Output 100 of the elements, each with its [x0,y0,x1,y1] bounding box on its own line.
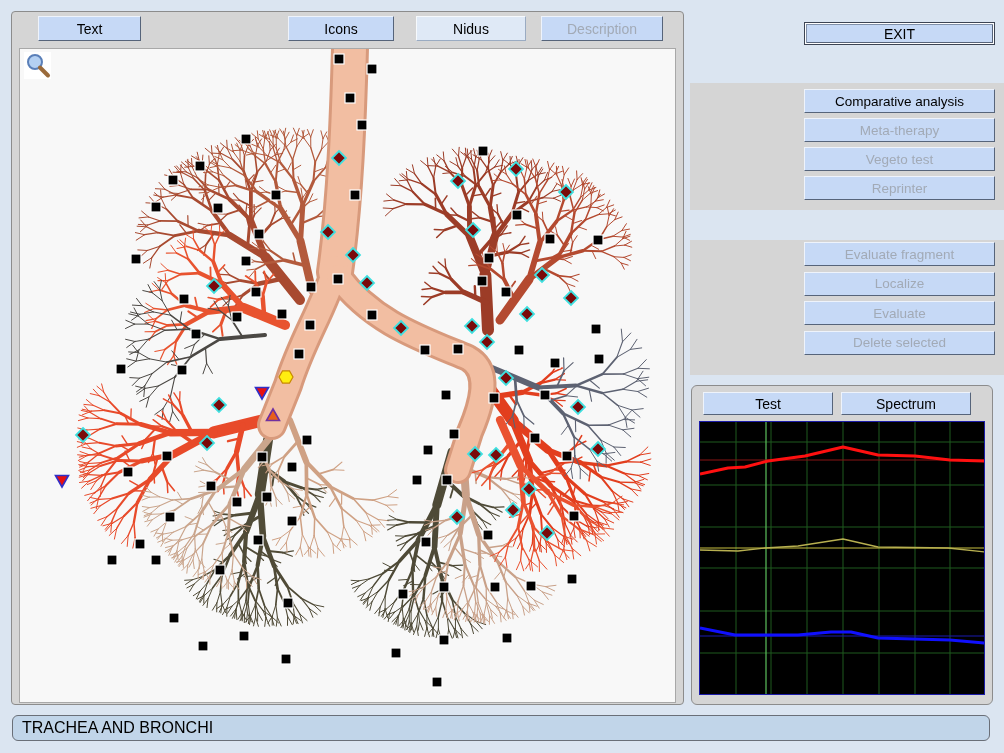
square-marker-icon [240,255,252,267]
diamond-marker-icon [562,289,580,307]
square-marker-icon [438,581,450,593]
square-marker-icon [482,529,494,541]
square-marker-icon [539,389,551,401]
magnifier-icon[interactable] [24,52,51,79]
triangle-marker-icon [254,386,270,401]
square-marker-icon [511,209,523,221]
graph-mode-button[interactable]: Spectrum [841,392,971,415]
diamond-marker-icon [487,446,505,464]
exit-button[interactable]: EXIT [804,22,995,45]
diamond-marker-icon [319,223,337,241]
diamond-marker-icon [74,426,92,444]
square-marker-icon [240,133,252,145]
square-marker-icon [592,234,604,246]
square-marker-icon [566,573,578,585]
square-marker-icon [305,281,317,293]
square-marker-icon [106,554,118,566]
square-marker-icon [168,612,180,624]
square-marker-icon [115,363,127,375]
square-marker-icon [441,474,453,486]
square-marker-icon [276,308,288,320]
square-marker-icon [134,538,146,550]
square-marker-icon [261,491,273,503]
square-marker-icon [476,275,488,287]
diamond-marker-icon [449,172,467,190]
square-marker-icon [194,160,206,172]
square-marker-icon [178,293,190,305]
square-marker-icon [190,328,202,340]
square-marker-icon [366,309,378,321]
square-marker-icon [500,286,512,298]
square-marker-icon [561,450,573,462]
square-marker-icon [593,353,605,365]
diamond-marker-icon [463,317,481,335]
diamond-marker-icon [504,501,522,519]
square-marker-icon [253,228,265,240]
triangle-marker-icon [265,407,281,422]
square-marker-icon [231,496,243,508]
diamond-marker-icon [538,524,556,542]
square-marker-icon [411,474,423,486]
square-marker-icon [231,311,243,323]
square-marker-icon [280,653,292,665]
square-marker-icon [568,510,580,522]
square-marker-icon [349,189,361,201]
square-marker-icon [483,252,495,264]
diamond-marker-icon [198,434,216,452]
view-tab[interactable]: Nidus [416,16,526,41]
diamond-marker-icon [448,508,466,526]
square-marker-icon [544,233,556,245]
square-marker-icon [161,450,173,462]
diamond-marker-icon [569,398,587,416]
view-tab[interactable]: Text [38,16,141,41]
square-marker-icon [150,554,162,566]
diamond-marker-icon [358,274,376,292]
diamond-marker-icon [589,440,607,458]
diamond-marker-icon [344,246,362,264]
square-marker-icon [212,202,224,214]
square-marker-icon [366,63,378,75]
graph-mode-button[interactable]: Test [703,392,833,415]
diamond-marker-icon [557,183,575,201]
square-marker-icon [529,432,541,444]
diamond-marker-icon [497,369,515,387]
square-marker-icon [390,647,402,659]
square-marker-icon [256,451,268,463]
square-marker-icon [282,597,294,609]
square-marker-icon [344,92,356,104]
square-marker-icon [525,580,537,592]
diamond-marker-icon [533,266,551,284]
diamond-marker-icon [210,396,228,414]
square-marker-icon [501,632,513,644]
square-marker-icon [438,634,450,646]
diamond-marker-icon [478,333,496,351]
action-button[interactable]: Comparative analysis [804,89,995,113]
square-marker-icon [250,286,262,298]
square-marker-icon [252,534,264,546]
diamond-marker-icon [520,480,538,498]
hexagon-marker-icon [278,370,294,384]
square-marker-icon [333,53,345,65]
square-marker-icon [448,428,460,440]
square-marker-icon [301,434,313,446]
diamond-marker-icon [507,160,525,178]
diamond-marker-icon [466,445,484,463]
square-marker-icon [513,344,525,356]
diamond-marker-icon [392,319,410,337]
square-marker-icon [293,348,305,360]
square-marker-icon [420,536,432,548]
square-marker-icon [238,630,250,642]
square-marker-icon [150,201,162,213]
diamond-marker-icon [464,221,482,239]
square-marker-icon [440,389,452,401]
square-marker-icon [488,392,500,404]
square-marker-icon [397,588,409,600]
diamond-marker-icon [205,277,223,295]
square-marker-icon [130,253,142,265]
square-marker-icon [286,461,298,473]
square-marker-icon [270,189,282,201]
triangle-marker-icon [54,474,70,489]
view-tab[interactable]: Icons [288,16,394,41]
square-marker-icon [164,511,176,523]
square-marker-icon [286,515,298,527]
